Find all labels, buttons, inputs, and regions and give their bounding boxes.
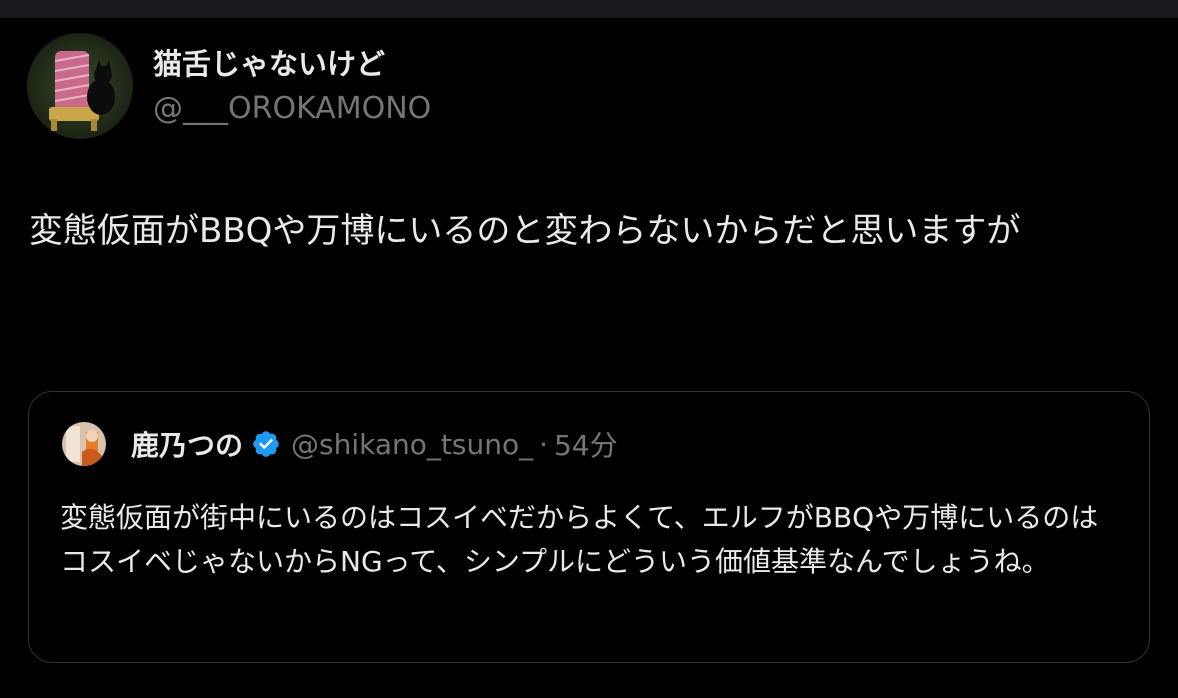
author-avatar[interactable] [27, 33, 133, 139]
quoted-post-time[interactable]: 54分 [554, 424, 618, 464]
quoted-post-card[interactable]: 鹿乃つの @shikano_tsuno_ · 54分 変態仮面が街中にいるのはコ… [28, 391, 1150, 663]
quoted-post-text: 変態仮面が街中にいるのはコスイベだからよくて、エルフがBBQや万博にいるのはコス… [60, 501, 1099, 578]
post-text: 変態仮面がBBQや万博にいるのと変わらないからだと思いますが [29, 211, 1021, 251]
quoted-author-name[interactable]: 鹿乃つの [131, 424, 243, 464]
top-bar [0, 0, 1178, 18]
avatar-image [62, 422, 106, 466]
author-name[interactable]: 猫舌じゃないけど [153, 44, 385, 84]
quoted-author-handle[interactable]: @shikano_tsuno_ [291, 428, 533, 461]
header-separator: · [539, 427, 548, 461]
quoted-author-avatar[interactable] [62, 422, 106, 466]
avatar-image [27, 33, 133, 139]
author-handle[interactable]: @___OROKAMONO [153, 89, 431, 129]
quoted-post-header: 鹿乃つの @shikano_tsuno_ · 54分 [131, 422, 618, 466]
verified-badge-icon [251, 429, 281, 459]
